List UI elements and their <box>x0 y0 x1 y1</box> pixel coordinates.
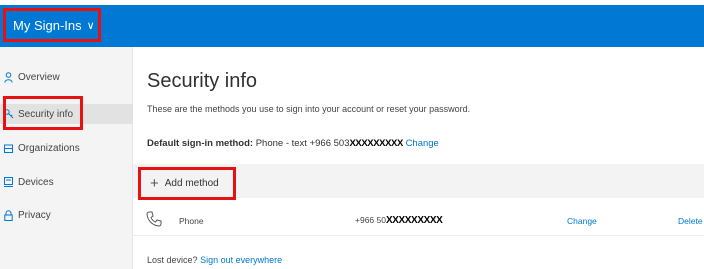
default-method-label: Default sign-in method: <box>147 138 254 149</box>
sidebar-item-label: Overview <box>18 71 60 83</box>
sidebar-item-label: Organizations <box>18 142 80 154</box>
page-description: These are the methods you use to sign in… <box>147 104 471 114</box>
top-header: My Sign-Ins ∨ <box>0 5 704 47</box>
sidebar-item-label: Security info <box>18 108 74 120</box>
key-icon <box>4 109 14 119</box>
sign-out-everywhere-link[interactable]: Sign out everywhere <box>200 255 282 265</box>
main-content: Security info These are the methods you … <box>133 47 704 269</box>
default-method-value: Phone - text +966 503 <box>255 138 350 149</box>
sidebar: Overview Security info Organizations Dev… <box>0 47 133 269</box>
default-method-change-link[interactable]: Change <box>406 138 439 149</box>
method-value: +966 50XXXXXXXXX <box>355 215 443 226</box>
page-title: Security info <box>147 70 258 92</box>
sidebar-item-label: Privacy <box>18 209 51 221</box>
method-value-masked: XXXXXXXXX <box>385 215 443 226</box>
sidebar-item-privacy[interactable]: Privacy <box>0 205 133 225</box>
lock-icon <box>4 209 14 221</box>
person-icon <box>4 71 14 83</box>
plus-icon: + <box>150 175 159 192</box>
sidebar-item-organizations[interactable]: Organizations <box>0 138 133 158</box>
method-row-phone: Phone +966 50XXXXXXXXX Change Delete <box>133 203 704 236</box>
add-method-label: Add method <box>164 178 219 189</box>
header-title: My Sign-Ins <box>13 17 82 33</box>
sidebar-item-security-info[interactable]: Security info <box>0 104 133 124</box>
my-sign-ins-menu[interactable]: My Sign-Ins ∨ <box>3 8 101 42</box>
lost-device-line: Lost device? Sign out everywhere <box>147 255 282 265</box>
laptop-icon <box>4 177 14 187</box>
add-method-button[interactable]: + Add method <box>138 167 236 200</box>
sidebar-item-label: Devices <box>18 176 54 188</box>
method-name: Phone <box>179 216 204 226</box>
lost-device-text: Lost device? <box>147 255 198 265</box>
default-sign-in-method: Default sign-in method: Phone - text +96… <box>147 138 439 149</box>
chevron-down-icon: ∨ <box>86 19 95 32</box>
sidebar-item-devices[interactable]: Devices <box>0 172 133 192</box>
method-value-prefix: +966 50 <box>355 215 386 225</box>
method-change-link[interactable]: Change <box>567 216 597 226</box>
phone-icon <box>145 210 163 233</box>
building-icon <box>4 143 14 153</box>
method-delete-link[interactable]: Delete <box>678 216 703 226</box>
sidebar-item-overview[interactable]: Overview <box>0 67 133 87</box>
default-method-masked: XXXXXXXXX <box>349 138 403 149</box>
